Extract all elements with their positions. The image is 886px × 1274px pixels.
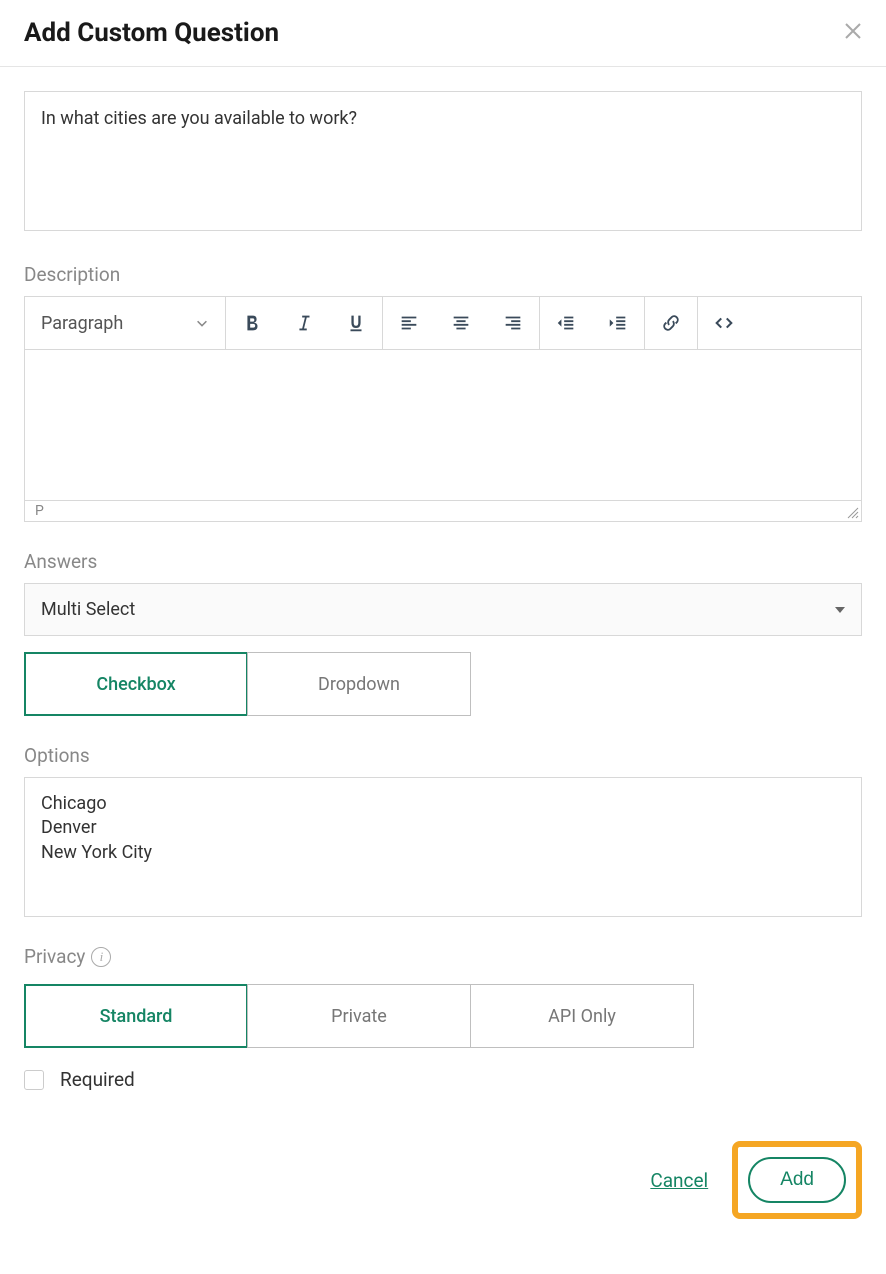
answers-label: Answers: [24, 550, 862, 573]
toggle-checkbox[interactable]: Checkbox: [24, 652, 248, 716]
format-selected-label: Paragraph: [41, 313, 123, 334]
toggle-dropdown[interactable]: Dropdown: [247, 652, 471, 716]
align-center-button[interactable]: [435, 297, 487, 349]
add-button[interactable]: Add: [748, 1157, 846, 1203]
footer-actions: Cancel Add: [24, 1141, 862, 1219]
toggle-private[interactable]: Private: [247, 984, 471, 1048]
outdent-button[interactable]: [540, 297, 592, 349]
resize-handle-icon[interactable]: [847, 507, 859, 519]
align-right-button[interactable]: [487, 297, 539, 349]
question-input[interactable]: [24, 91, 862, 231]
toggle-standard[interactable]: Standard: [24, 984, 248, 1048]
italic-button[interactable]: [278, 297, 330, 349]
format-select[interactable]: Paragraph: [25, 297, 225, 349]
dialog-body: Description Paragraph: [0, 67, 886, 1243]
privacy-label: Privacy i: [24, 945, 862, 968]
chevron-down-icon: [195, 316, 209, 330]
info-icon[interactable]: i: [91, 947, 111, 967]
toggle-api-only[interactable]: API Only: [470, 984, 694, 1048]
description-textarea[interactable]: [25, 350, 861, 500]
privacy-toggle: Standard Private API Only: [24, 984, 862, 1048]
required-label: Required: [60, 1068, 135, 1091]
dialog-title: Add Custom Question: [24, 18, 279, 48]
answer-type-toggle: Checkbox Dropdown: [24, 652, 862, 716]
answers-selected-label: Multi Select: [41, 599, 135, 620]
cancel-button[interactable]: Cancel: [650, 1169, 708, 1192]
dropdown-arrow-icon: [835, 607, 845, 613]
options-input[interactable]: Chicago Denver New York City: [24, 777, 862, 917]
required-checkbox[interactable]: [24, 1070, 44, 1090]
options-label: Options: [24, 744, 862, 767]
bold-button[interactable]: [226, 297, 278, 349]
underline-button[interactable]: [330, 297, 382, 349]
link-button[interactable]: [645, 297, 697, 349]
description-label: Description: [24, 263, 862, 286]
editor-path: P: [25, 500, 861, 521]
required-row: Required: [24, 1068, 862, 1091]
align-left-button[interactable]: [383, 297, 435, 349]
indent-button[interactable]: [592, 297, 644, 349]
add-highlight-box: Add: [732, 1141, 862, 1219]
editor-toolbar: Paragraph: [25, 297, 861, 350]
dialog-header: Add Custom Question: [0, 0, 886, 67]
description-editor: Paragraph: [24, 296, 862, 522]
code-button[interactable]: [698, 297, 750, 349]
close-icon[interactable]: [844, 21, 862, 46]
answers-select[interactable]: Multi Select: [24, 583, 862, 636]
